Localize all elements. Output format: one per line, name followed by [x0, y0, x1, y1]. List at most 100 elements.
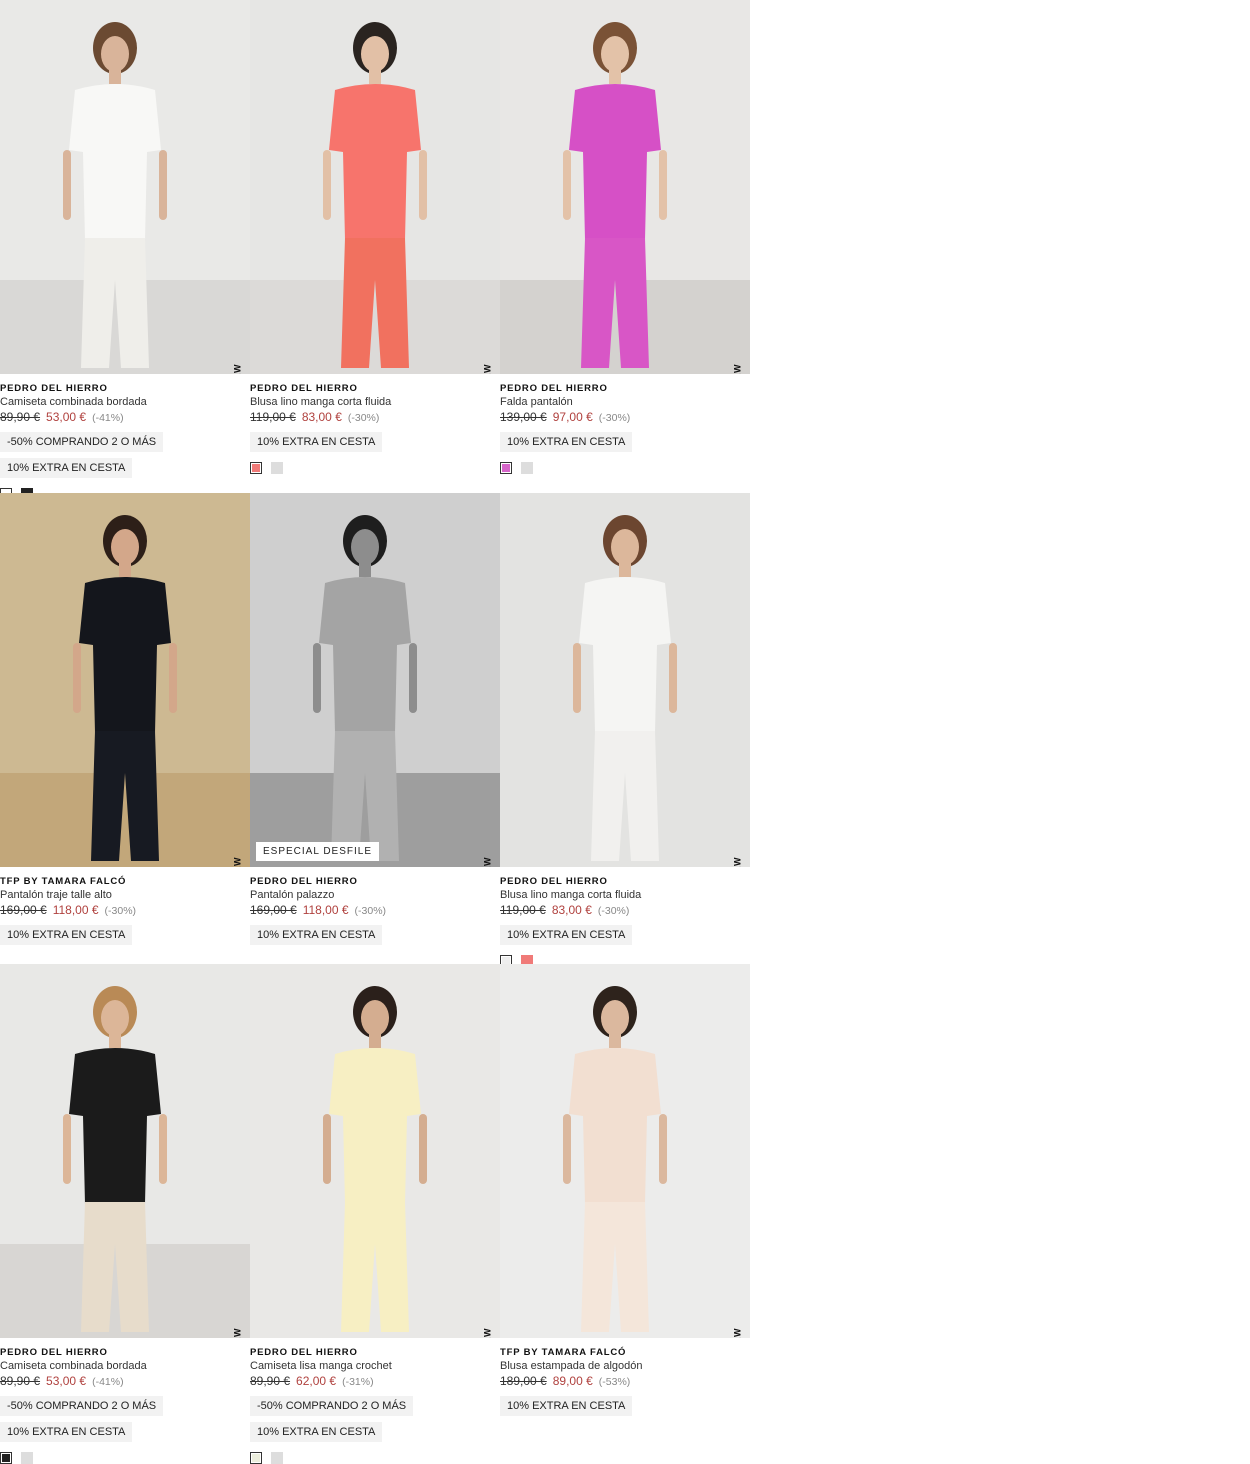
color-swatch[interactable]: [0, 1452, 12, 1464]
product-image[interactable]: NEW: [500, 0, 750, 374]
product-brand: PEDRO DEL HIERRO: [500, 876, 608, 887]
product-brand: PEDRO DEL HIERRO: [500, 383, 608, 394]
promo-tag: 10% EXTRA EN CESTA: [250, 432, 383, 452]
discount-percent: (-30%): [104, 905, 137, 917]
original-price: 89,90 €: [0, 1374, 41, 1388]
sale-price: 83,00 €: [301, 410, 342, 424]
product-brand: TFP BY TAMARA FALCÓ: [0, 876, 127, 887]
discount-percent: (-41%): [92, 412, 124, 424]
color-swatch[interactable]: [521, 462, 533, 474]
product-price: 169,00 € 118,00 € (-30%): [0, 902, 250, 919]
product-image[interactable]: NEW ESPECIAL DESFILE: [250, 493, 500, 867]
product-image[interactable]: NEW: [500, 964, 750, 1338]
sale-price: 97,00 €: [552, 410, 593, 424]
color-swatches: [500, 462, 750, 474]
product-image[interactable]: NEW: [250, 964, 500, 1338]
color-swatches: [0, 1452, 250, 1464]
product-name[interactable]: Blusa lino manga corta fluida: [250, 395, 500, 409]
color-swatch[interactable]: [250, 462, 262, 474]
promo-list: -50% COMPRANDO 2 O MÁS 10% EXTRA EN CESTA: [0, 1390, 250, 1442]
new-tag: NEW: [232, 857, 242, 867]
promo-tag: 10% EXTRA EN CESTA: [500, 432, 633, 452]
sale-price: 118,00 €: [302, 903, 349, 917]
product-brand: PEDRO DEL HIERRO: [250, 1347, 358, 1358]
product-image[interactable]: NEW: [0, 0, 250, 374]
new-tag: NEW: [732, 857, 742, 867]
product-name[interactable]: Blusa estampada de algodón: [500, 1359, 750, 1373]
new-tag: NEW: [482, 857, 492, 867]
color-swatch[interactable]: [250, 1452, 262, 1464]
original-price: 189,00 €: [500, 1374, 547, 1388]
color-swatches: [250, 1452, 500, 1464]
sale-price: 53,00 €: [46, 1374, 87, 1388]
product-info: PEDRO DEL HIERRO Blusa lino manga corta f…: [500, 875, 750, 967]
promo-list: 10% EXTRA EN CESTA: [250, 426, 500, 452]
product-image[interactable]: NEW: [500, 493, 750, 867]
original-price: 169,00 €: [0, 903, 47, 917]
color-swatch[interactable]: [271, 1452, 283, 1464]
special-badge: ESPECIAL DESFILE: [256, 842, 379, 861]
product-name[interactable]: Blusa lino manga corta fluida: [500, 888, 750, 902]
promo-tag: 10% EXTRA EN CESTA: [500, 1396, 633, 1416]
product-image[interactable]: NEW: [0, 964, 250, 1338]
discount-percent: (-30%): [347, 412, 380, 424]
promo-tag: 10% EXTRA EN CESTA: [250, 1422, 383, 1442]
promo-tag: -50% COMPRANDO 2 O MÁS: [250, 1396, 414, 1416]
discount-percent: (-53%): [598, 1376, 631, 1388]
new-tag: NEW: [232, 1328, 242, 1338]
product-info: PEDRO DEL HIERRO Camiseta lisa manga croc…: [250, 1346, 500, 1464]
product-info: PEDRO DEL HIERRO Pantalón palazzo 169,00 €…: [250, 875, 500, 945]
product-price: 119,00 € 83,00 € (-30%): [500, 902, 750, 919]
promo-tag: 10% EXTRA EN CESTA: [500, 925, 633, 945]
promo-tag: 10% EXTRA EN CESTA: [0, 925, 133, 945]
product-price: 189,00 € 89,00 € (-53%): [500, 1373, 750, 1390]
new-tag: NEW: [732, 1328, 742, 1338]
product-price: 119,00 € 83,00 € (-30%): [250, 409, 500, 426]
product-name[interactable]: Camiseta lisa manga crochet: [250, 1359, 500, 1373]
color-swatch[interactable]: [21, 1452, 33, 1464]
new-tag: NEW: [732, 364, 742, 374]
original-price: 119,00 €: [250, 410, 296, 424]
promo-list: 10% EXTRA EN CESTA: [500, 1390, 750, 1416]
product-price: 89,90 € 53,00 € (-41%): [0, 409, 250, 426]
sale-price: 89,00 €: [552, 1374, 593, 1388]
product-info: PEDRO DEL HIERRO Blusa lino manga corta f…: [250, 382, 500, 474]
product-info: PEDRO DEL HIERRO Camiseta combinada borda…: [0, 382, 250, 500]
discount-percent: (-30%): [598, 412, 631, 424]
original-price: 119,00 €: [500, 903, 546, 917]
promo-tag: 10% EXTRA EN CESTA: [0, 458, 133, 478]
discount-percent: (-30%): [354, 905, 387, 917]
product-name[interactable]: Pantalón traje talle alto: [0, 888, 250, 902]
new-tag: NEW: [482, 1328, 492, 1338]
color-swatch[interactable]: [500, 462, 512, 474]
promo-list: 10% EXTRA EN CESTA: [500, 919, 750, 945]
sale-price: 53,00 €: [46, 410, 87, 424]
color-swatches: [250, 462, 500, 474]
product-name[interactable]: Falda pantalón: [500, 395, 750, 409]
original-price: 139,00 €: [500, 410, 547, 424]
promo-list: 10% EXTRA EN CESTA: [250, 919, 500, 945]
color-swatch[interactable]: [271, 462, 283, 474]
product-brand: PEDRO DEL HIERRO: [250, 383, 358, 394]
sale-price: 118,00 €: [52, 903, 99, 917]
discount-percent: (-41%): [92, 1376, 124, 1388]
sale-price: 62,00 €: [296, 1374, 337, 1388]
product-info: PEDRO DEL HIERRO Camiseta combinada borda…: [0, 1346, 250, 1464]
product-price: 89,90 € 62,00 € (-31%): [250, 1373, 500, 1390]
product-name[interactable]: Pantalón palazzo: [250, 888, 500, 902]
product-brand: TFP BY TAMARA FALCÓ: [500, 1347, 627, 1358]
promo-list: 10% EXTRA EN CESTA: [500, 426, 750, 452]
sale-price: 83,00 €: [551, 903, 592, 917]
product-brand: PEDRO DEL HIERRO: [250, 876, 358, 887]
product-info: PEDRO DEL HIERRO Falda pantalón 139,00 € 97…: [500, 382, 750, 474]
product-image[interactable]: NEW: [0, 493, 250, 867]
product-image[interactable]: NEW: [250, 0, 500, 374]
product-name[interactable]: Camiseta combinada bordada: [0, 395, 250, 409]
product-brand: PEDRO DEL HIERRO: [0, 383, 108, 394]
promo-tag: 10% EXTRA EN CESTA: [0, 1422, 133, 1442]
product-name[interactable]: Camiseta combinada bordada: [0, 1359, 250, 1373]
original-price: 89,90 €: [0, 410, 41, 424]
discount-percent: (-31%): [342, 1376, 374, 1388]
new-tag: NEW: [232, 364, 242, 374]
product-info: TFP BY TAMARA FALCÓ Blusa estampada de al…: [500, 1346, 750, 1416]
